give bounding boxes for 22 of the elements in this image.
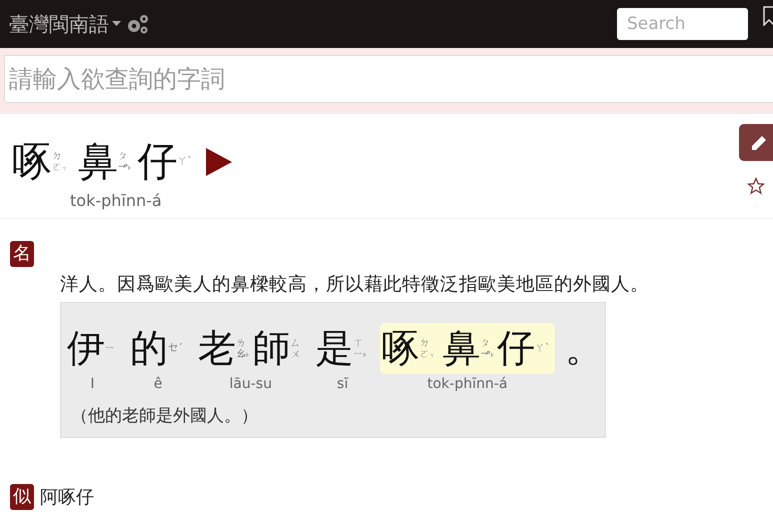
- word-romanization: tok-phīnn-á: [427, 376, 508, 392]
- pencil-icon: [750, 134, 768, 152]
- word-romanization: sī: [336, 376, 348, 392]
- synonym-link[interactable]: 阿啄仔: [40, 485, 94, 509]
- word-romanization: lāu-su: [229, 376, 272, 392]
- play-icon[interactable]: [206, 148, 232, 176]
- caret-icon[interactable]: [112, 21, 121, 27]
- definition-text: 洋人。因爲歐美人的鼻樑較高，所以藉此特徵泛指歐美地區的外國人。: [60, 273, 650, 296]
- gear-icon[interactable]: [125, 13, 151, 35]
- edit-button[interactable]: [739, 124, 773, 161]
- synonym-badge: 似: [10, 484, 34, 510]
- bookmark-icon[interactable]: [763, 6, 773, 26]
- translation-text: （他的老師是外國人。）: [71, 405, 259, 427]
- word-romanization: ê: [154, 376, 162, 392]
- dictionary-menu[interactable]: 臺灣閩南語: [9, 10, 109, 38]
- word-romanization: I: [90, 376, 95, 392]
- romanization: tok-phīnn-á: [70, 191, 163, 210]
- part-of-speech-badge: 名: [10, 241, 34, 267]
- query-field[interactable]: 請輸入欲查詢的字詞: [4, 55, 773, 103]
- example-word: 。: [564, 325, 604, 372]
- search-field[interactable]: Search: [617, 8, 748, 40]
- star-icon[interactable]: [747, 177, 765, 195]
